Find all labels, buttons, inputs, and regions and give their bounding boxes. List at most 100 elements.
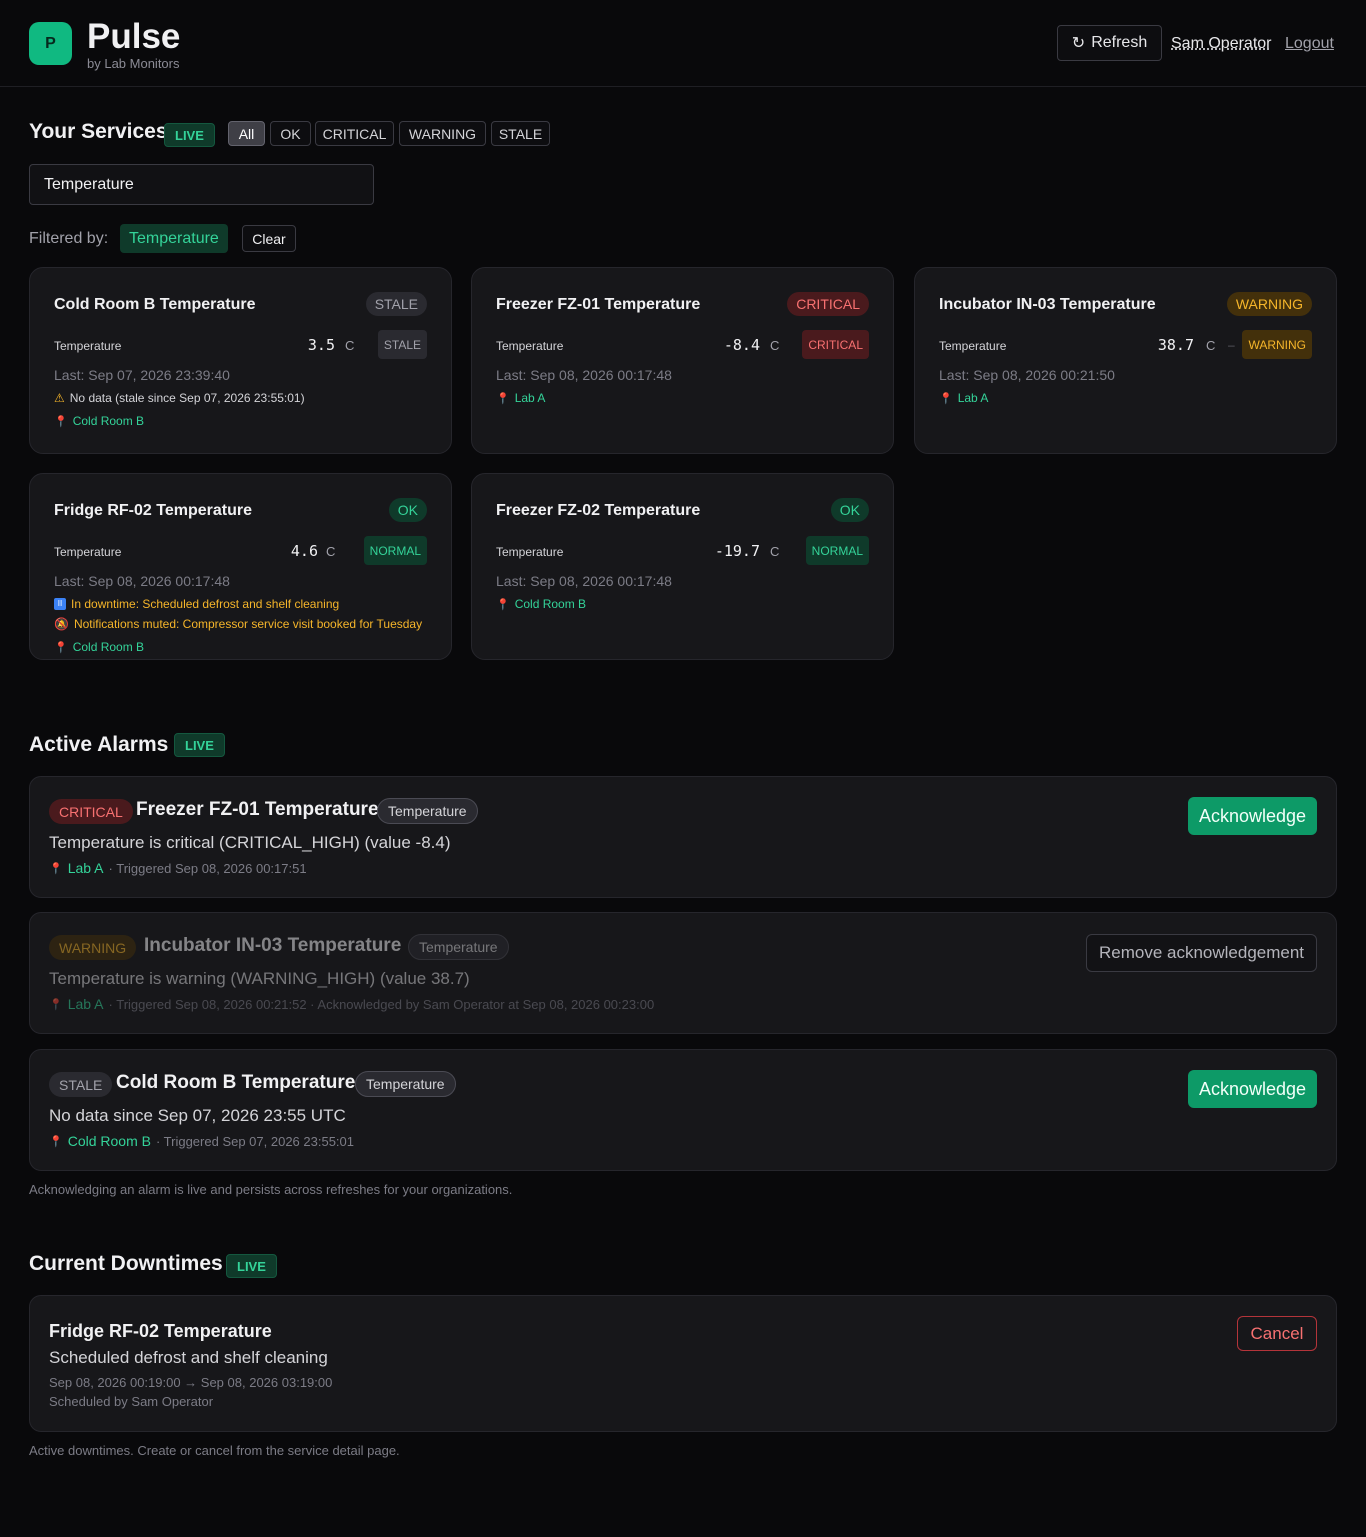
filter-stale-button[interactable]: STALE [491, 121, 550, 146]
alarm-title: Cold Room B Temperature [116, 1072, 356, 1093]
location-pin-icon: 📍 [496, 598, 510, 611]
clear-filter-button[interactable]: Clear [242, 225, 296, 252]
status-badge: STALE [365, 292, 427, 316]
location-pin-icon: 📍 [939, 392, 953, 405]
status-badge: OK [388, 498, 427, 522]
filter-all-button[interactable]: All [228, 121, 265, 146]
metric-unit: C [326, 544, 336, 559]
alarm-location: Lab A [67, 996, 104, 1012]
metric-value: -19.7 [714, 542, 760, 560]
acknowledge-button[interactable]: Acknowledge [1188, 1070, 1317, 1108]
alarm-meta-text: · Triggered Sep 07, 2026 23:55:01 [155, 1133, 355, 1149]
service-card[interactable]: Cold Room B Temperature STALE Temperatur… [29, 267, 452, 454]
services-title: Your Services [29, 120, 168, 143]
muted-note: 🔕 Notifications muted: Compressor servic… [54, 617, 422, 631]
downtime-title: Fridge RF-02 Temperature [49, 1321, 272, 1341]
filter-chip: Temperature [120, 224, 228, 253]
metric-value: 3.5 [307, 336, 335, 354]
services-live-badge: LIVE [164, 123, 215, 147]
last-update: Last: Sep 08, 2026 00:17:48 [496, 573, 672, 589]
logout-link[interactable]: Logout [1285, 35, 1334, 53]
filter-warning-button[interactable]: WARNING [399, 121, 486, 146]
downtime-description: Scheduled defrost and shelf cleaning [49, 1348, 328, 1367]
alarm-meta: 📍 Lab A · Triggered Sep 08, 2026 00:17:5… [49, 860, 307, 876]
app-subtitle: by Lab Monitors [87, 56, 180, 71]
location: 📍 Lab A [496, 391, 545, 405]
filter-ok-button[interactable]: OK [270, 121, 311, 146]
service-card[interactable]: Fridge RF-02 Temperature OK Temperature … [29, 473, 452, 660]
downtimes-note: Active downtimes. Create or cancel from … [29, 1443, 400, 1458]
service-card[interactable]: Freezer FZ-01 Temperature CRITICAL Tempe… [471, 267, 894, 454]
muted-bell-icon: 🔕 [54, 617, 69, 631]
location-pin-icon: 📍 [49, 998, 63, 1011]
cancel-downtime-button[interactable]: Cancel [1237, 1316, 1317, 1351]
alarm-status-badge: WARNING [49, 935, 137, 960]
metric-label: Temperature [496, 339, 564, 353]
last-update: Last: Sep 08, 2026 00:17:48 [496, 367, 672, 383]
location-text: Lab A [957, 391, 989, 405]
filtered-by-label: Filtered by: [29, 230, 109, 247]
location-text: Cold Room B [514, 597, 587, 611]
alarm-tag: Temperature [377, 798, 478, 824]
alarm-item: CRITICAL Freezer FZ-01 Temperature Tempe… [29, 776, 1337, 898]
metric-unit: C [770, 338, 780, 353]
alarm-item: STALE Cold Room B Temperature Temperatur… [29, 1049, 1337, 1171]
last-update: Last: Sep 08, 2026 00:17:48 [54, 573, 230, 589]
alarm-item: WARNING Incubator IN-03 Temperature Temp… [29, 912, 1337, 1034]
service-card-title: Freezer FZ-02 Temperature [496, 502, 701, 519]
alarm-meta-text: · Triggered Sep 08, 2026 00:21:52 · Ackn… [108, 996, 655, 1012]
metric-label: Temperature [496, 545, 564, 559]
pause-icon: II [54, 598, 66, 610]
service-card[interactable]: Incubator IN-03 Temperature WARNING Temp… [914, 267, 1337, 454]
acknowledge-button[interactable]: Acknowledge [1188, 797, 1317, 835]
alarm-meta: 📍 Cold Room B · Triggered Sep 07, 2026 2… [49, 1133, 354, 1149]
service-card-title: Freezer FZ-01 Temperature [496, 296, 701, 313]
service-card[interactable]: Freezer FZ-02 Temperature OK Temperature… [471, 473, 894, 660]
downtime-note-text: In downtime: Scheduled defrost and shelf… [71, 597, 340, 611]
user-link[interactable]: Sam Operator [1171, 35, 1271, 53]
app-name: Pulse [87, 17, 181, 56]
stale-note: ⚠ No data (stale since Sep 07, 2026 23:5… [54, 391, 305, 405]
metric-label: Temperature [939, 339, 1007, 353]
alarm-meta-text: · Triggered Sep 08, 2026 00:17:51 [108, 860, 307, 876]
status-badge: CRITICAL [787, 292, 869, 316]
refresh-label: Refresh [1091, 34, 1148, 51]
location: 📍 Lab A [939, 391, 988, 405]
metric-value: -8.4 [723, 336, 760, 354]
location-text: Lab A [514, 391, 546, 405]
warning-triangle-icon: ⚠ [54, 391, 65, 405]
alarm-status-badge: STALE [49, 1072, 113, 1097]
alarm-title: Incubator IN-03 Temperature [144, 935, 402, 956]
app-header: P Pulse by Lab Monitors ↻ Refresh Sam Op… [0, 0, 1366, 87]
location: 📍 Cold Room B [496, 597, 586, 611]
metric-status-badge: NORMAL [805, 536, 869, 565]
app-logo: P [29, 22, 72, 65]
alarm-tag: Temperature [355, 1071, 456, 1097]
location-pin-icon: 📍 [49, 1135, 63, 1148]
status-badge: OK [830, 498, 869, 522]
remove-acknowledgement-button[interactable]: Remove acknowledgement [1086, 934, 1317, 972]
metric-dash: – [1228, 338, 1235, 352]
alarms-live-badge: LIVE [174, 733, 225, 757]
location-pin-icon: 📍 [49, 862, 63, 875]
metric-label: Temperature [54, 339, 122, 353]
stale-note-text: No data (stale since Sep 07, 2026 23:55:… [69, 391, 305, 405]
location-pin-icon: 📍 [54, 415, 68, 428]
alarm-description: No data since Sep 07, 2026 23:55 UTC [49, 1106, 346, 1125]
location-pin-icon: 📍 [54, 641, 68, 654]
last-update: Last: Sep 07, 2026 23:39:40 [54, 367, 230, 383]
metric-unit: C [1206, 338, 1216, 353]
metric-status-badge: CRITICAL [802, 330, 869, 359]
refresh-button[interactable]: ↻ Refresh [1057, 25, 1162, 61]
service-card-title: Fridge RF-02 Temperature [54, 502, 252, 519]
alarm-description: Temperature is warning (WARNING_HIGH) (v… [49, 969, 470, 988]
location: 📍 Cold Room B [54, 640, 144, 654]
service-search-input[interactable] [29, 164, 374, 205]
downtimes-title: Current Downtimes [29, 1252, 223, 1275]
muted-note-text: Notifications muted: Compressor service … [73, 617, 423, 631]
location-pin-icon: 📍 [496, 392, 510, 405]
last-update: Last: Sep 08, 2026 00:21:50 [939, 367, 1115, 383]
alarm-status-badge: CRITICAL [49, 799, 133, 824]
filter-critical-button[interactable]: CRITICAL [315, 121, 394, 146]
alarm-title: Freezer FZ-01 Temperature [136, 799, 379, 820]
